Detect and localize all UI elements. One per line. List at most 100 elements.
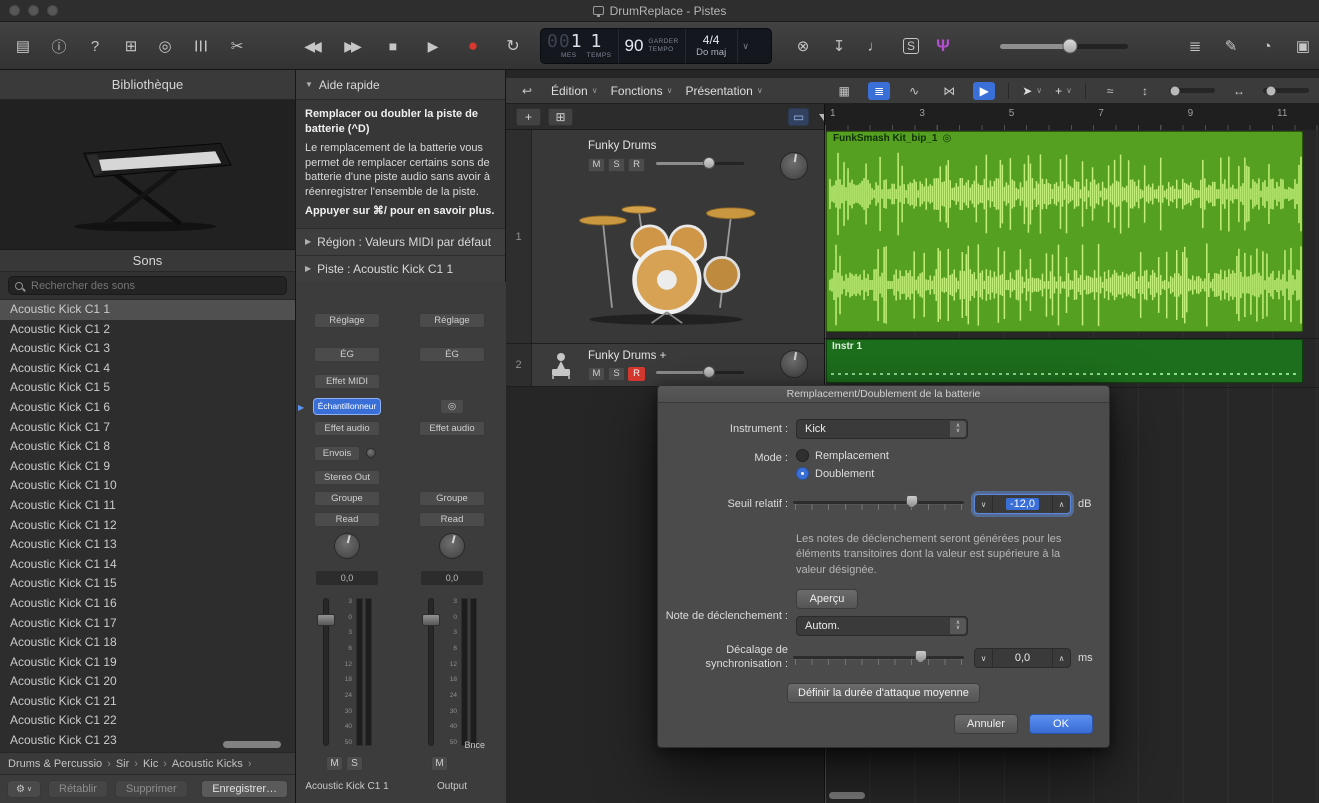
cancel-button[interactable]: Annuler: [954, 714, 1018, 734]
list-item[interactable]: Acoustic Kick C1 3: [0, 339, 295, 359]
fader-cap[interactable]: [317, 614, 335, 626]
list-item[interactable]: Acoustic Kick C1 17: [0, 614, 295, 634]
list-item[interactable]: Acoustic Kick C1 16: [0, 594, 295, 614]
instrument-popup[interactable]: Kick ∧∨: [796, 419, 968, 439]
instrument-slot[interactable]: Échantillonneur: [314, 399, 380, 414]
solo-button[interactable]: S: [896, 32, 926, 60]
sends-slot[interactable]: Envois: [314, 446, 360, 461]
note-pads-button[interactable]: ✎: [1216, 32, 1246, 60]
vertical-zoom-slider[interactable]: [1169, 88, 1215, 93]
mode-radio-remplacement[interactable]: Remplacement: [796, 449, 889, 462]
midi-fx-slot[interactable]: Effet MIDI: [314, 374, 380, 389]
add-track-button[interactable]: +: [516, 108, 541, 126]
mode-radio-doublement[interactable]: Doublement: [796, 467, 874, 480]
catch-playhead-button[interactable]: ▶: [973, 82, 995, 100]
list-item[interactable]: Acoustic Kick C1 15: [0, 574, 295, 594]
record-enable-button[interactable]: R: [628, 158, 645, 172]
replace-mode-button[interactable]: ⊗: [788, 32, 818, 60]
list-item[interactable]: Acoustic Kick C1 7: [0, 418, 295, 438]
close-button[interactable]: [9, 5, 20, 16]
play-button[interactable]: ▶: [416, 32, 450, 60]
increment-button[interactable]: ∧: [1052, 495, 1070, 513]
tuner-button[interactable]: Ψ: [928, 32, 958, 60]
group-slot[interactable]: Groupe: [314, 491, 380, 506]
breadcrumb-item[interactable]: Sir: [116, 758, 129, 770]
library-hscrollbar[interactable]: [223, 741, 281, 748]
channel-strip-name[interactable]: Acoustic Kick C1 1: [297, 781, 397, 792]
bounce-button[interactable]: Bnce: [443, 740, 485, 750]
audio-fx-slot[interactable]: Effet audio: [419, 421, 485, 436]
automation-mode-slot[interactable]: Read: [419, 512, 485, 527]
track-inspector-header[interactable]: ▶ Piste : Acoustic Kick C1 1: [296, 256, 505, 283]
region-view-button[interactable]: ≣: [868, 82, 890, 100]
master-volume-slider[interactable]: [1000, 44, 1128, 49]
send-knob[interactable]: [366, 448, 376, 458]
ok-button[interactable]: OK: [1029, 714, 1093, 734]
slider-thumb[interactable]: [703, 366, 715, 378]
search-input[interactable]: [8, 276, 287, 295]
offset-value-field[interactable]: 0,0: [993, 649, 1052, 667]
track-header-1[interactable]: 1 Funky Drums M S R: [506, 130, 824, 344]
threshold-value-field[interactable]: -12,0: [994, 497, 1051, 511]
pan-knob[interactable]: [334, 533, 360, 559]
minimize-button[interactable]: [28, 5, 39, 16]
trigger-note-popup[interactable]: Autom. ∧∨: [796, 616, 968, 636]
mute-button[interactable]: M: [431, 756, 448, 771]
snap-grid-button[interactable]: ▦: [833, 82, 855, 100]
media-browser-button[interactable]: ▣: [1288, 32, 1318, 60]
decrement-button[interactable]: ∨: [975, 649, 993, 667]
track-volume-slider[interactable]: [656, 365, 744, 379]
set-attack-time-button[interactable]: Définir la durée d'attaque moyenne: [787, 683, 980, 703]
track-name[interactable]: Funky Drums +: [588, 350, 666, 362]
track-header-2[interactable]: 2 Funky Drums + M S R: [506, 344, 824, 387]
list-item[interactable]: Acoustic Kick C1 11: [0, 496, 295, 516]
horizontal-zoom-icon-button[interactable]: ↔: [1228, 82, 1250, 100]
setting-slot[interactable]: Réglage: [314, 313, 380, 328]
catch-back-button[interactable]: ↩: [516, 82, 538, 100]
zoom-thumb[interactable]: [1171, 86, 1180, 95]
pan-knob[interactable]: [439, 533, 465, 559]
audio-region[interactable]: FunkSmash Kit_bip_1 ◎: [826, 131, 1303, 332]
track-name[interactable]: Funky Drums: [588, 140, 656, 152]
midi-region[interactable]: Instr 1: [826, 339, 1303, 383]
breadcrumb-item[interactable]: Acoustic Kicks: [172, 758, 243, 770]
pan-value[interactable]: 0,0: [421, 571, 483, 585]
zoom-button[interactable]: [47, 5, 58, 16]
offset-slider[interactable]: [791, 649, 966, 667]
delete-button[interactable]: Supprimer: [115, 780, 188, 798]
stop-button[interactable]: ■: [376, 32, 410, 60]
list-item[interactable]: Acoustic Kick C1 4: [0, 359, 295, 379]
duplicate-track-button[interactable]: ⊞: [548, 108, 573, 126]
list-item[interactable]: Acoustic Kick C1 1: [0, 300, 295, 320]
record-enable-button[interactable]: R: [628, 367, 645, 381]
stereo-format-button[interactable]: ◎: [440, 399, 464, 414]
slider-thumb[interactable]: [703, 157, 715, 169]
mute-button[interactable]: M: [326, 756, 343, 771]
lcd-display[interactable]: 0011 MES TEMPS 90 GARDER TEMPO 4/4 Do ma…: [540, 28, 772, 64]
list-item[interactable]: Acoustic Kick C1 14: [0, 555, 295, 575]
list-item[interactable]: Acoustic Kick C1 19: [0, 653, 295, 673]
horizontal-scrollbar[interactable]: [829, 792, 865, 799]
horizontal-zoom-slider[interactable]: [1263, 88, 1309, 93]
solo-button[interactable]: S: [346, 756, 363, 771]
rewind-button[interactable]: ◀◀: [296, 32, 330, 60]
group-slot[interactable]: Groupe: [419, 491, 485, 506]
list-editors-button[interactable]: ≣: [1180, 32, 1210, 60]
quick-help-button[interactable]: ?: [80, 32, 110, 60]
ruler[interactable]: 1357911: [824, 104, 1319, 130]
list-item[interactable]: Acoustic Kick C1 5: [0, 378, 295, 398]
automation-mode-slot[interactable]: Read: [314, 512, 380, 527]
forward-button[interactable]: ▶▶: [336, 32, 370, 60]
autopunch-button[interactable]: ↧: [824, 32, 854, 60]
inspector-button[interactable]: ⓘ: [44, 32, 74, 60]
left-click-tool-menu[interactable]: ➤∨: [1022, 84, 1042, 98]
list-item[interactable]: Acoustic Kick C1 12: [0, 516, 295, 536]
volume-thumb[interactable]: [1063, 39, 1078, 54]
command-click-tool-menu[interactable]: +∨: [1055, 84, 1072, 98]
track-pan-knob[interactable]: [780, 152, 808, 180]
fader-cap[interactable]: [422, 614, 440, 626]
smart-controls-button[interactable]: ◎: [150, 32, 180, 60]
menu-edition[interactable]: Édition∨: [551, 84, 598, 98]
breadcrumb-item[interactable]: Kic: [143, 758, 158, 770]
region-inspector-header[interactable]: ▶ Région : Valeurs MIDI par défaut: [296, 229, 505, 256]
